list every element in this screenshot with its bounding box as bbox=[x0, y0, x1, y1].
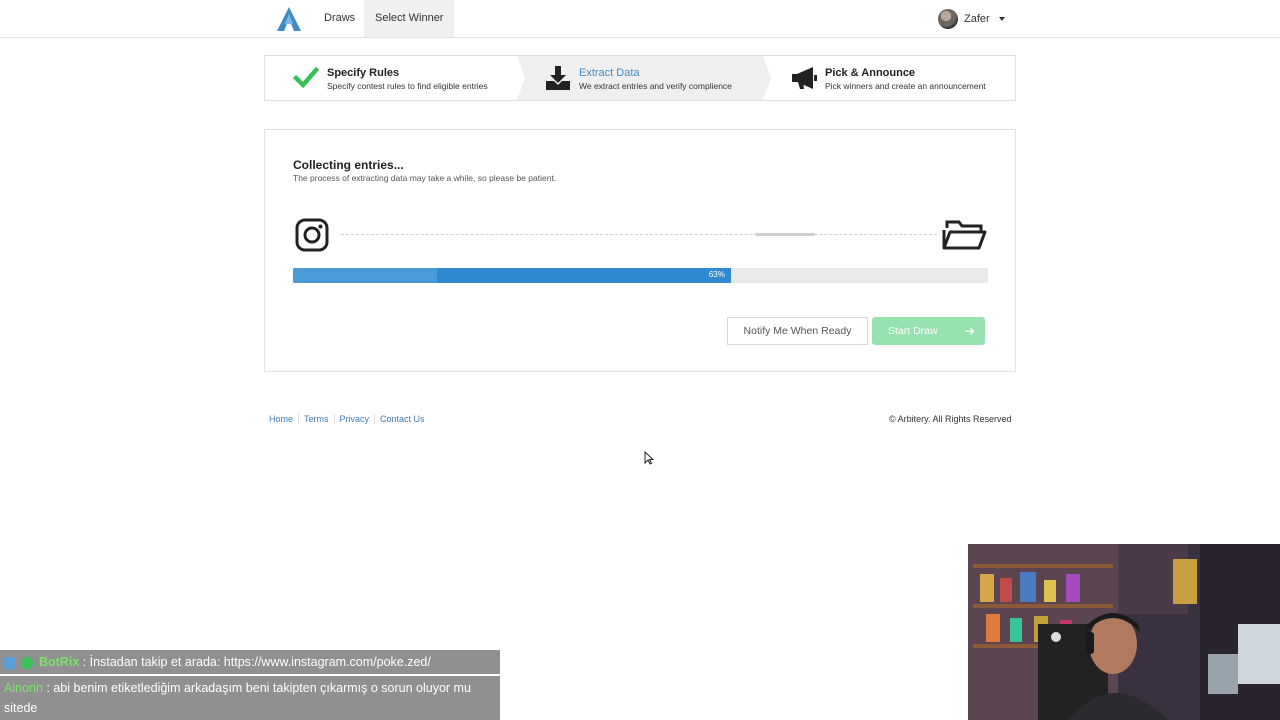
transfer-path bbox=[341, 234, 937, 235]
nav-draws-link[interactable]: Draws bbox=[313, 0, 366, 37]
start-draw-label: Start Draw bbox=[888, 325, 938, 337]
progress-label: 63% bbox=[708, 270, 725, 279]
mod-badge-icon bbox=[4, 656, 16, 669]
copyright-text: © Arbitery. All Rights Reserved bbox=[889, 414, 1012, 424]
step-description: Pick winners and create an announcement bbox=[825, 81, 986, 91]
step-divider bbox=[763, 56, 771, 100]
verified-badge-icon bbox=[21, 656, 34, 669]
page-subtitle: The process of extracting data may take … bbox=[293, 173, 557, 183]
folder-open-icon bbox=[942, 220, 987, 250]
step-description: We extract entries and verify complience bbox=[579, 81, 732, 91]
transfer-indicator bbox=[755, 233, 815, 236]
step-description: Specify contest rules to find eligible e… bbox=[327, 81, 488, 91]
instagram-icon bbox=[295, 218, 329, 252]
stream-chat-overlay: BotRix : İnstadan takip et arada: https:… bbox=[0, 650, 500, 720]
step-pick-announce[interactable]: Pick & Announce Pick winners and create … bbox=[763, 56, 1015, 100]
step-title: Pick & Announce bbox=[825, 67, 916, 79]
chat-username: Ainorin bbox=[4, 681, 43, 695]
nav-select-winner-link[interactable]: Select Winner bbox=[364, 0, 455, 37]
webcam-feed-image bbox=[968, 544, 1280, 720]
extraction-progress-bar: 63% bbox=[293, 268, 988, 283]
progress-fill-segment bbox=[293, 268, 437, 283]
step-extract-data[interactable]: Extract Data We extract entries and veri… bbox=[517, 56, 763, 100]
footer-link-terms[interactable]: Terms bbox=[304, 414, 329, 424]
footer-divider bbox=[374, 414, 376, 424]
footer-divider bbox=[333, 414, 335, 424]
chat-text: : İnstadan takip et arada: https://www.i… bbox=[82, 655, 431, 669]
chat-message: Ainorin : abi benim etiketlediğim arkada… bbox=[0, 676, 500, 720]
collecting-entries-card: Collecting entries... The process of ext… bbox=[264, 129, 1016, 372]
step-title: Extract Data bbox=[579, 67, 640, 79]
footer-divider bbox=[298, 414, 300, 424]
mouse-cursor-icon bbox=[644, 451, 654, 465]
arbitery-logo[interactable] bbox=[276, 6, 302, 32]
page-title: Collecting entries... bbox=[293, 158, 404, 172]
arrow-right-icon: ➔ bbox=[964, 324, 975, 338]
megaphone-icon bbox=[792, 67, 817, 89]
wizard-steps: Specify Rules Specify contest rules to f… bbox=[264, 55, 1016, 101]
footer-link-contact[interactable]: Contact Us bbox=[380, 414, 425, 424]
user-name: Zafer bbox=[964, 13, 990, 25]
user-menu[interactable]: Zafer bbox=[938, 8, 1005, 30]
webcam-overlay bbox=[968, 544, 1280, 720]
chat-message: BotRix : İnstadan takip et arada: https:… bbox=[0, 650, 500, 676]
top-navbar: Draws Select Winner Zafer bbox=[0, 0, 1280, 38]
avatar bbox=[938, 9, 958, 29]
notify-me-button[interactable]: Notify Me When Ready bbox=[727, 317, 868, 345]
step-title: Specify Rules bbox=[327, 67, 400, 79]
check-icon bbox=[293, 66, 319, 89]
chat-username: BotRix bbox=[38, 655, 80, 669]
footer-link-privacy[interactable]: Privacy bbox=[340, 414, 370, 424]
chevron-down-icon bbox=[998, 17, 1005, 21]
footer-link-home[interactable]: Home bbox=[269, 414, 293, 424]
chat-text: : abi benim etiketlediğim arkadaşım beni… bbox=[4, 681, 471, 715]
step-divider bbox=[517, 56, 525, 100]
step-specify-rules[interactable]: Specify Rules Specify contest rules to f… bbox=[265, 56, 517, 100]
download-icon bbox=[546, 66, 570, 90]
footer-links: Home Terms Privacy Contact Us bbox=[269, 414, 425, 424]
start-draw-button[interactable]: Start Draw ➔ bbox=[872, 317, 985, 345]
